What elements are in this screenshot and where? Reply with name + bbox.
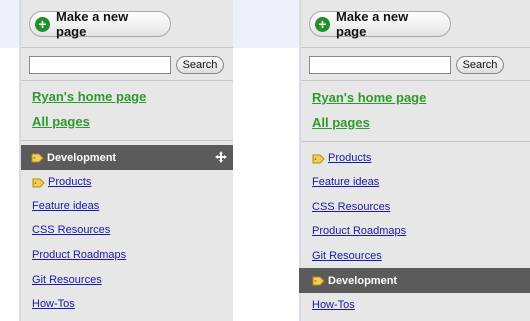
divider <box>21 47 233 48</box>
plus-icon: + <box>35 16 50 32</box>
sidebar-item-git-resources[interactable]: Git Resources <box>312 250 382 262</box>
sidebar-item-feature-ideas[interactable]: Feature ideas <box>312 176 379 188</box>
tag-icon <box>31 153 44 163</box>
search-input[interactable] <box>29 56 171 74</box>
move-icon[interactable] <box>215 151 227 163</box>
tag-icon <box>312 276 325 286</box>
tag-icon <box>312 154 325 163</box>
sidebar-item-label: Development <box>47 151 117 164</box>
all-pages-link[interactable]: All pages <box>312 115 370 130</box>
divider <box>301 47 530 48</box>
sidebar-item-css-resources[interactable]: CSS Resources <box>32 224 110 236</box>
search-button[interactable]: Search <box>456 56 504 74</box>
sidebar-item-development-selected[interactable]: Development <box>299 268 530 293</box>
sidebar-item-how-tos[interactable]: How-Tos <box>32 298 75 310</box>
sidebar-item-label: Development <box>328 274 398 287</box>
sidebar-item-feature-ideas[interactable]: Feature ideas <box>32 200 99 212</box>
page-background-middle-upper <box>233 0 299 48</box>
make-new-page-button[interactable]: + Make a new page <box>309 9 451 39</box>
all-pages-link[interactable]: All pages <box>32 114 90 129</box>
sidebar-left: + Make a new page Search Ryan's home pag… <box>21 0 233 321</box>
tag-icon <box>32 178 45 187</box>
sidebar-item-development-dragging[interactable]: Development <box>21 145 233 170</box>
sidebar-item-products[interactable]: Products <box>312 152 371 164</box>
search-input[interactable] <box>309 56 451 74</box>
sidebar-item-products[interactable]: Products <box>32 176 91 188</box>
make-new-page-button[interactable]: + Make a new page <box>29 9 171 39</box>
divider <box>301 80 530 81</box>
sidebar-right: + Make a new page Search Ryan's home pag… <box>299 0 530 321</box>
plus-icon: + <box>315 16 330 32</box>
home-page-link[interactable]: Ryan's home page <box>312 90 426 105</box>
divider <box>21 140 233 141</box>
home-page-link[interactable]: Ryan's home page <box>32 89 146 104</box>
page-background-left-lower <box>0 48 19 321</box>
sidebar-item-css-resources[interactable]: CSS Resources <box>312 201 390 213</box>
make-new-page-label: Make a new page <box>336 9 409 39</box>
sidebar-item-git-resources[interactable]: Git Resources <box>32 274 102 286</box>
divider <box>301 141 530 142</box>
sidebar-item-product-roadmaps[interactable]: Product Roadmaps <box>32 249 126 261</box>
sidebar-item-how-tos[interactable]: How-Tos <box>312 299 355 311</box>
search-button[interactable]: Search <box>176 56 224 74</box>
make-new-page-label: Make a new page <box>56 9 129 39</box>
sidebar-item-label: Products <box>48 176 92 188</box>
sidebar-item-product-roadmaps[interactable]: Product Roadmaps <box>312 225 406 237</box>
divider <box>21 80 233 81</box>
sidebar-item-label: Products <box>328 152 372 164</box>
page-background-middle <box>233 0 299 321</box>
